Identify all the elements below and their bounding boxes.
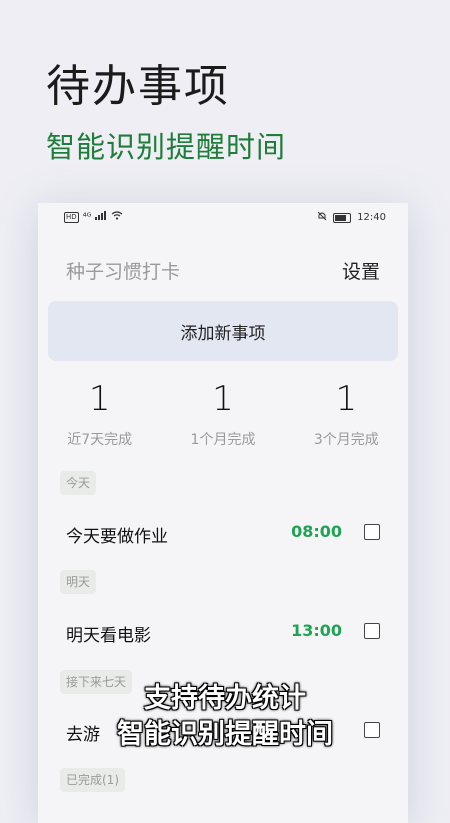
stat-value: 1 — [212, 379, 234, 419]
signal-icon: ⁴ᴳ — [83, 211, 107, 223]
stats-row: 1 近7天完成 1 1个月完成 1 3个月完成 — [38, 379, 408, 449]
add-task-button[interactable]: 添加新事项 — [48, 301, 398, 361]
battery-icon — [333, 212, 352, 223]
task-time: 08:00 — [291, 522, 342, 541]
wifi-icon — [111, 211, 123, 223]
hero-subtitle: 智能识别提醒时间 — [46, 130, 287, 164]
section-tag-today: 今天 — [60, 471, 97, 495]
status-bar: HD ⁴ᴳ 12:40 — [38, 203, 408, 233]
mute-bell-icon — [317, 211, 327, 224]
stat-1-month: 1 1个月完成 — [161, 379, 284, 449]
hero-title: 待办事项 — [46, 61, 230, 112]
stat-7-days: 1 近7天完成 — [38, 379, 161, 449]
stat-value: 1 — [335, 379, 358, 419]
task-name: 明天看电影 — [66, 626, 151, 646]
caption-line-2: 智能识别提醒时间 — [117, 719, 333, 750]
stat-label: 3个月完成 — [313, 432, 379, 448]
status-time: 12:40 — [357, 212, 386, 223]
stat-label: 1个月完成 — [190, 432, 256, 448]
stat-3-months: 1 3个月完成 — [285, 379, 408, 449]
task-time: 13:00 — [291, 621, 342, 640]
hd-icon: HD — [64, 211, 79, 223]
task-name: 今天要做作业 — [66, 527, 168, 547]
stat-label: 近7天完成 — [67, 432, 133, 448]
settings-button[interactable]: 设置 — [342, 257, 380, 284]
task-row[interactable]: 明天看电影 13:00 — [66, 617, 384, 647]
section-tag-completed: 已完成(1) — [60, 768, 125, 792]
caption-line-1: 支持待办统计 — [144, 683, 306, 714]
stat-value: 1 — [88, 379, 111, 419]
app-title: 种子习惯打卡 — [66, 261, 181, 283]
task-checkbox[interactable] — [364, 524, 380, 540]
section-tag-tomorrow: 明天 — [60, 570, 97, 594]
task-row[interactable]: 今天要做作业 08:00 — [66, 518, 384, 548]
task-checkbox[interactable] — [364, 623, 380, 639]
